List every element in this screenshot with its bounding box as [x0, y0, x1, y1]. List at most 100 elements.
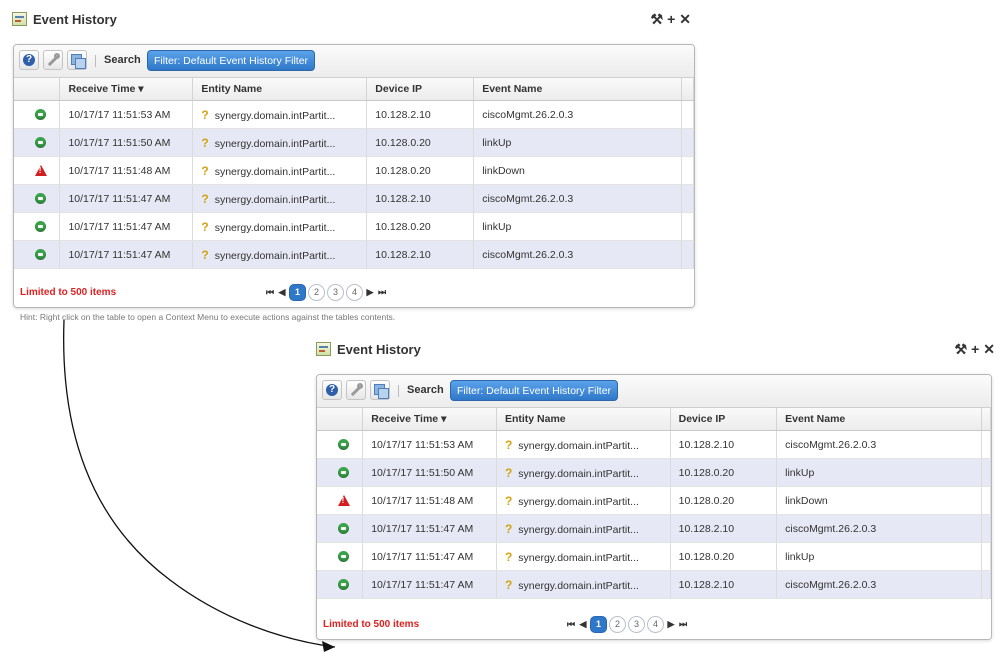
event-history-panel: ? Search Filter: Default Event History Fil… — [316, 374, 992, 640]
device-ip-column-header[interactable]: Device IP — [366, 78, 475, 101]
entity-name-column-header[interactable]: Entity Name — [496, 408, 671, 431]
page-button[interactable]: 1 — [289, 284, 306, 301]
page-button[interactable]: 2 — [308, 284, 325, 301]
receive-time-cell: 10/17/17 11:51:53 AM — [59, 100, 194, 129]
entity-name-cell: ? synergy.domain.intPartit... — [496, 486, 671, 515]
table-row[interactable]: 10/17/17 11:51:47 AM? synergy.domain.intP… — [14, 212, 694, 241]
receive-time-column-header[interactable]: Receive Time ▾ — [59, 78, 194, 101]
filter-button[interactable]: Filter: Default Event History Filter — [147, 50, 316, 71]
portlet-header: Event History ⚒+✕ — [316, 340, 999, 360]
event-history-icon — [316, 342, 331, 356]
first-page-button[interactable]: ⏮ — [264, 287, 276, 298]
unknown-entity-icon: ? — [504, 521, 513, 536]
severity-cell — [14, 240, 61, 269]
multi-select-button[interactable] — [67, 50, 87, 70]
add-icon[interactable]: + — [667, 11, 679, 27]
help-button[interactable]: ? — [322, 380, 342, 400]
scroll-column-header — [981, 408, 991, 431]
receive-time-cell: 10/17/17 11:51:50 AM — [362, 458, 497, 487]
page-button[interactable]: 4 — [346, 284, 363, 301]
page-button[interactable]: 2 — [609, 616, 626, 633]
event-table: Receive Time ▾ Entity Name Device IP Event … — [317, 408, 991, 599]
multi-select-button[interactable] — [370, 380, 390, 400]
help-icon: ? — [326, 384, 338, 396]
scroll-cell — [981, 514, 991, 543]
table-row[interactable]: 10/17/17 11:51:53 AM? synergy.domain.intP… — [317, 430, 991, 459]
unknown-entity-icon: ? — [504, 549, 513, 564]
event-name-column-header[interactable]: Event Name — [776, 408, 982, 431]
severity-column-header[interactable] — [317, 408, 364, 431]
page-button[interactable]: 1 — [590, 616, 607, 633]
severity-column-header[interactable] — [14, 78, 61, 101]
severity-cell — [14, 156, 61, 185]
severity-cell — [14, 212, 61, 241]
event-name-column-header[interactable]: Event Name — [473, 78, 682, 101]
entity-name-cell: ? synergy.domain.intPartit... — [192, 128, 368, 157]
severity-cell — [317, 570, 364, 599]
table-row[interactable]: 10/17/17 11:51:50 AM? synergy.domain.intP… — [317, 458, 991, 487]
event-name-cell: ciscoMgmt.26.2.0.3 — [473, 240, 682, 269]
receive-time-cell: 10/17/17 11:51:47 AM — [59, 184, 194, 213]
search-button[interactable]: Search — [407, 384, 444, 396]
severity-cell — [317, 430, 364, 459]
table-toolbar: ? Search Filter: Default Event History Fil… — [317, 375, 991, 408]
device-ip-column-header[interactable]: Device IP — [670, 408, 778, 431]
critical-severity-icon — [34, 165, 47, 177]
prev-page-button[interactable]: ◀ — [577, 619, 589, 630]
last-page-button[interactable]: ⏭ — [376, 287, 388, 298]
table-row[interactable]: 10/17/17 11:51:48 AM? synergy.domain.intP… — [317, 486, 991, 515]
entity-name-text: synergy.domain.intPartit... — [214, 249, 336, 262]
normal-severity-icon — [35, 109, 47, 121]
tools-button[interactable] — [346, 380, 366, 400]
table-row[interactable]: 10/17/17 11:51:47 AM? synergy.domain.intP… — [14, 184, 694, 213]
event-name-cell: linkUp — [776, 458, 982, 487]
settings-wrench-icon[interactable]: ⚒ — [651, 11, 668, 27]
event-name-cell: linkDown — [776, 486, 982, 515]
receive-time-column-header[interactable]: Receive Time ▾ — [362, 408, 497, 431]
search-button[interactable]: Search — [104, 54, 141, 66]
device-ip-cell: 10.128.0.20 — [366, 212, 475, 241]
unknown-entity-icon: ? — [201, 107, 209, 122]
last-page-button[interactable]: ⏭ — [677, 619, 689, 630]
table-row[interactable]: 10/17/17 11:51:47 AM? synergy.domain.intP… — [317, 542, 991, 571]
first-page-button[interactable]: ⏮ — [565, 619, 577, 630]
entity-name-cell: ? synergy.domain.intPartit... — [192, 100, 368, 129]
receive-time-cell: 10/17/17 11:51:47 AM — [362, 542, 497, 571]
scroll-cell — [981, 458, 991, 487]
close-icon[interactable]: ✕ — [679, 11, 695, 27]
table-row[interactable]: 10/17/17 11:51:50 AM? synergy.domain.intP… — [14, 128, 694, 157]
device-ip-cell: 10.128.2.10 — [670, 514, 778, 543]
entity-name-column-header[interactable]: Entity Name — [192, 78, 368, 101]
table-row[interactable]: 10/17/17 11:51:47 AM? synergy.domain.intP… — [317, 514, 991, 543]
page-button[interactable]: 3 — [327, 284, 344, 301]
settings-wrench-icon[interactable]: ⚒ — [955, 341, 972, 357]
severity-cell — [317, 486, 364, 515]
table-row[interactable]: 10/17/17 11:51:48 AM? synergy.domain.intP… — [14, 156, 694, 185]
tools-button[interactable] — [43, 50, 63, 70]
next-page-button[interactable]: ▶ — [665, 619, 677, 630]
event-name-cell: ciscoMgmt.26.2.0.3 — [776, 514, 982, 543]
event-name-cell: ciscoMgmt.26.2.0.3 — [473, 184, 682, 213]
toolbar-divider — [95, 55, 96, 67]
event-history-portlet-top: Event History ⚒+✕ ? Search Filter: Default… — [12, 10, 695, 310]
receive-time-cell: 10/17/17 11:51:47 AM — [362, 570, 497, 599]
scroll-cell — [681, 184, 694, 213]
entity-name-cell: ? synergy.domain.intPartit... — [192, 212, 368, 241]
table-row[interactable]: 10/17/17 11:51:47 AM? synergy.domain.intP… — [14, 240, 694, 269]
scroll-cell — [681, 100, 694, 129]
prev-page-button[interactable]: ◀ — [276, 287, 288, 298]
page-button[interactable]: 4 — [647, 616, 664, 633]
unknown-entity-icon: ? — [201, 135, 209, 150]
add-icon[interactable]: + — [971, 341, 983, 357]
help-button[interactable]: ? — [19, 50, 39, 70]
event-name-cell: linkDown — [473, 156, 682, 185]
filter-button[interactable]: Filter: Default Event History Filter — [450, 380, 619, 401]
table-row[interactable]: 10/17/17 11:51:47 AM? synergy.domain.intP… — [317, 570, 991, 599]
page-button[interactable]: 3 — [628, 616, 645, 633]
close-icon[interactable]: ✕ — [983, 341, 999, 357]
next-page-button[interactable]: ▶ — [364, 287, 376, 298]
unknown-entity-icon: ? — [201, 163, 209, 178]
table-row[interactable]: 10/17/17 11:51:53 AM? synergy.domain.intP… — [14, 100, 694, 129]
severity-cell — [317, 542, 364, 571]
scroll-column-header — [681, 78, 694, 101]
